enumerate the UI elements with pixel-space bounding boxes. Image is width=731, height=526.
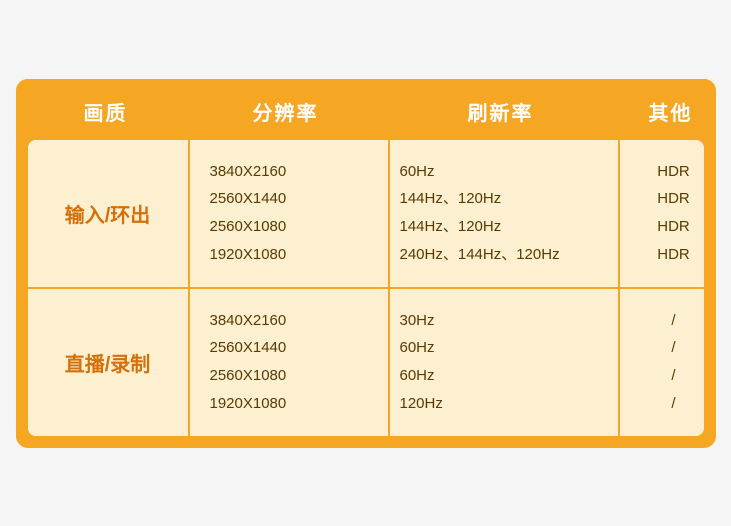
refresh-line: 144Hz、120Hz — [400, 185, 608, 213]
row-label-streaming: 直播/录制 — [28, 289, 188, 436]
row-refresh-input: 60Hz 144Hz、120Hz 144Hz、120Hz 240Hz、144Hz… — [388, 140, 618, 287]
res-line: 2560X1080 — [200, 213, 378, 241]
table-header: 画质 分辨率 刷新率 其他 — [16, 79, 716, 140]
res-line: 2560X1080 — [200, 362, 378, 390]
other-line: / — [630, 334, 704, 362]
other-line: HDR — [630, 241, 704, 269]
res-line: 2560X1440 — [200, 185, 378, 213]
specs-table: 画质 分辨率 刷新率 其他 输入/环出 3840X2160 2560X1440 … — [16, 79, 716, 448]
res-line: 2560X1440 — [200, 334, 378, 362]
other-line: HDR — [630, 213, 704, 241]
refresh-line: 144Hz、120Hz — [400, 213, 608, 241]
res-line: 3840X2160 — [200, 158, 378, 186]
row-other-input: HDR HDR HDR HDR — [618, 140, 704, 287]
refresh-line: 60Hz — [400, 334, 608, 362]
table-body: 输入/环出 3840X2160 2560X1440 2560X1080 1920… — [28, 140, 704, 436]
refresh-line: 60Hz — [400, 158, 608, 186]
other-line: / — [630, 390, 704, 418]
header-resolution: 分辨率 — [186, 97, 386, 126]
table-row: 直播/录制 3840X2160 2560X1440 2560X1080 1920… — [28, 289, 704, 436]
refresh-line: 60Hz — [400, 362, 608, 390]
row-resolutions-streaming: 3840X2160 2560X1440 2560X1080 1920X1080 — [188, 289, 388, 436]
row-refresh-streaming: 30Hz 60Hz 60Hz 120Hz — [388, 289, 618, 436]
header-refresh: 刷新率 — [386, 97, 616, 126]
res-line: 1920X1080 — [200, 390, 378, 418]
refresh-line: 120Hz — [400, 390, 608, 418]
header-other: 其他 — [616, 97, 716, 126]
row-other-streaming: / / / / — [618, 289, 704, 436]
other-line: HDR — [630, 158, 704, 186]
other-line: / — [630, 307, 704, 335]
row-resolutions-input: 3840X2160 2560X1440 2560X1080 1920X1080 — [188, 140, 388, 287]
table-row: 输入/环出 3840X2160 2560X1440 2560X1080 1920… — [28, 140, 704, 289]
header-quality: 画质 — [26, 97, 186, 126]
row-label-input: 输入/环出 — [28, 140, 188, 287]
refresh-line: 30Hz — [400, 307, 608, 335]
res-line: 3840X2160 — [200, 307, 378, 335]
other-line: HDR — [630, 185, 704, 213]
res-line: 1920X1080 — [200, 241, 378, 269]
other-line: / — [630, 362, 704, 390]
refresh-line: 240Hz、144Hz、120Hz — [400, 241, 608, 269]
